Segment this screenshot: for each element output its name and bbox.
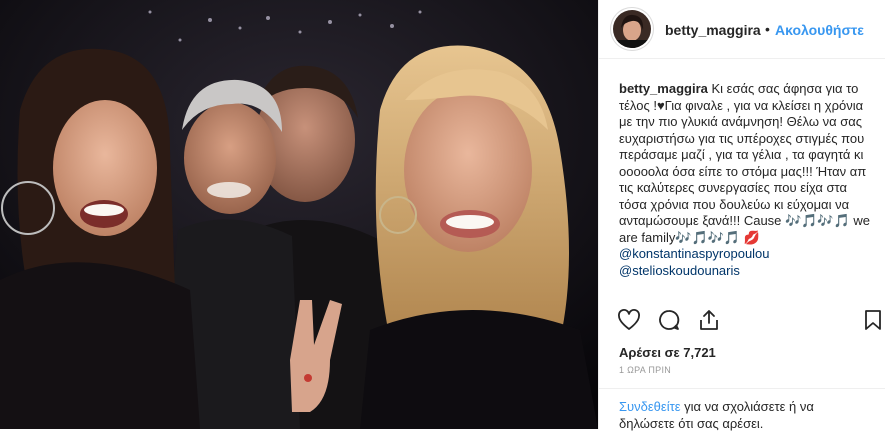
comment-icon[interactable] <box>657 308 681 332</box>
post-caption: betty_maggira Κι εσάς σας άφησα για το τ… <box>619 81 877 279</box>
heart-icon[interactable] <box>617 308 641 332</box>
post-timestamp[interactable]: 1 ΩΡΑ ΠΡΙΝ <box>619 365 671 375</box>
separator-dot: • <box>765 21 770 37</box>
post-header: betty_maggira • Ακολουθήστε <box>599 0 885 59</box>
like-count[interactable]: Αρέσει σε 7,721 <box>619 345 716 360</box>
share-icon[interactable] <box>697 308 721 332</box>
post-photo[interactable] <box>0 0 598 429</box>
post-sidebar: betty_maggira • Ακολουθήστε betty_maggir… <box>598 0 885 432</box>
group-selfie-image <box>0 0 598 429</box>
follow-button[interactable]: Ακολουθήστε <box>775 22 864 38</box>
mention-link[interactable]: @konstantinaspyropoulou <box>619 246 877 263</box>
avatar[interactable] <box>613 10 651 48</box>
login-link[interactable]: Συνδεθείτε <box>619 399 681 414</box>
post-username[interactable]: betty_maggira <box>665 22 761 38</box>
caption-text: Κι εσάς σας άφησα για το τέλος !♥Για φιν… <box>619 81 870 245</box>
bookmark-icon[interactable] <box>861 308 885 332</box>
mention-link[interactable]: @stelioskoudounaris <box>619 263 877 280</box>
caption-username[interactable]: betty_maggira <box>619 81 708 96</box>
login-prompt: Συνδεθείτε για να σχολιάσετε ή να δηλώσε… <box>599 388 885 432</box>
avatar-image <box>613 10 651 48</box>
